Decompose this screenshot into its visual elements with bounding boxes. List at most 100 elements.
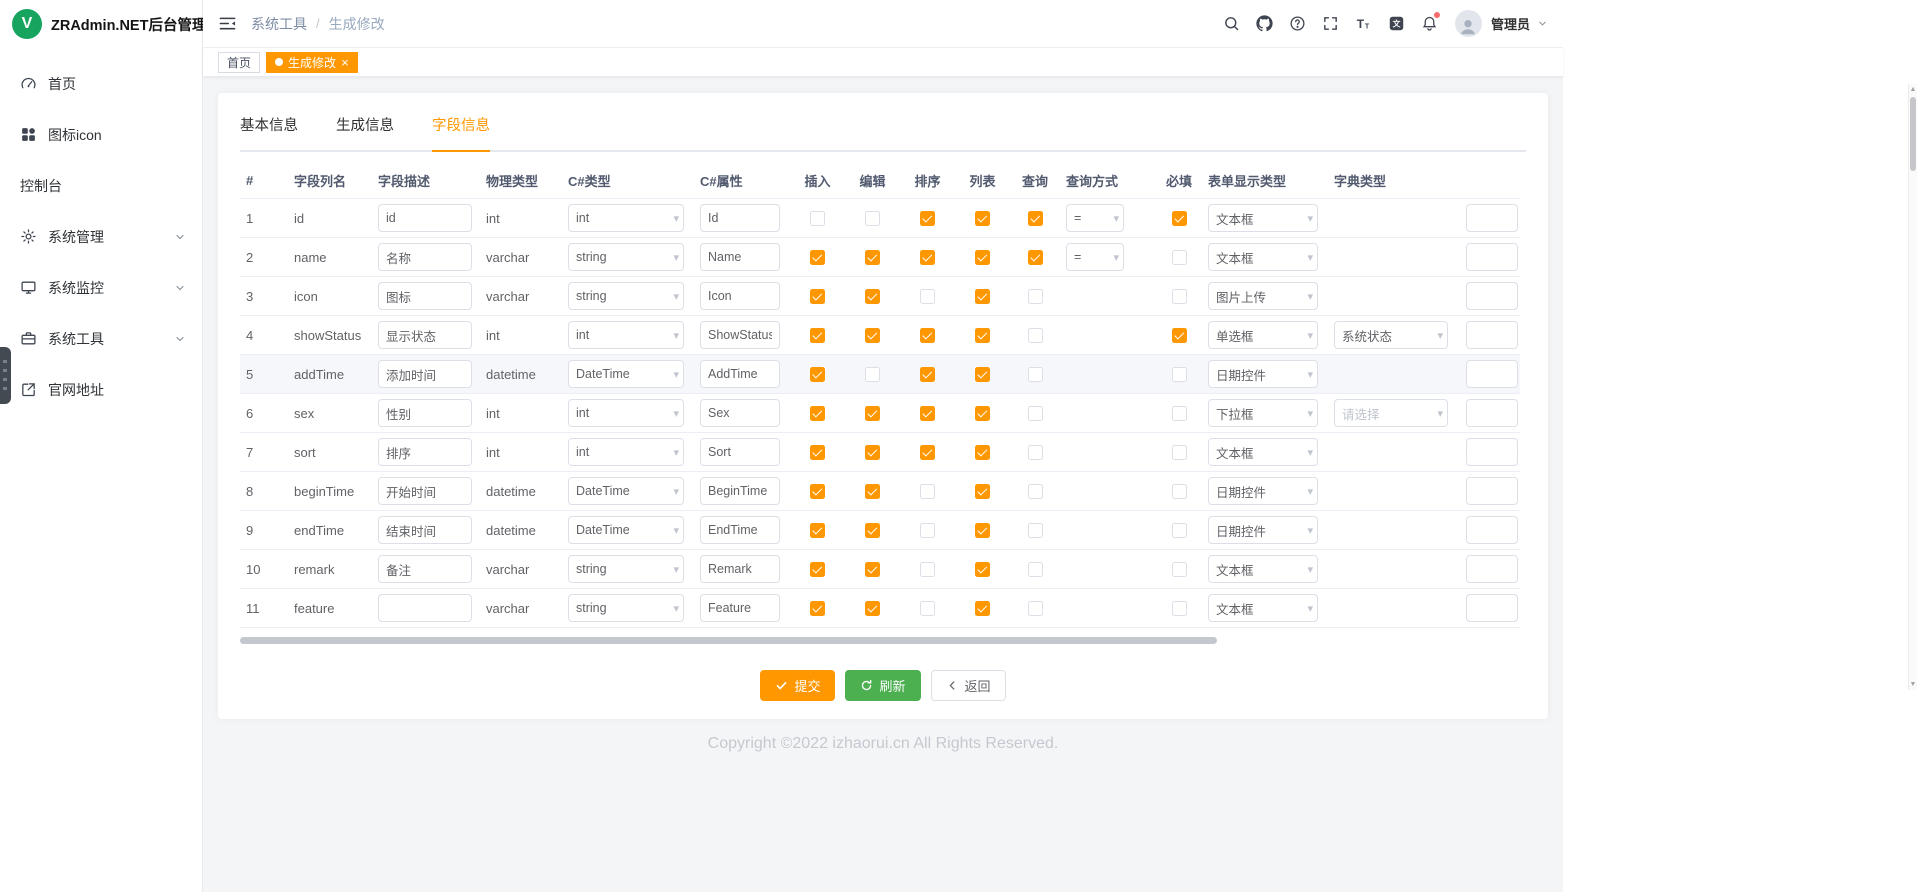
sidebar-item-7[interactable]: 官网地址 (0, 364, 202, 415)
overflow-input[interactable] (1466, 321, 1518, 349)
csharp-type-select[interactable]: int▾ (568, 204, 684, 232)
csharp-property-input[interactable] (700, 399, 780, 427)
csharp-property-input[interactable] (700, 555, 780, 583)
scroll-up-arrow[interactable]: ▲ (1909, 84, 1917, 95)
sidebar-item-1[interactable]: 首页 (0, 58, 202, 109)
breadcrumb-item[interactable]: 系统工具 (251, 14, 307, 34)
edit-checkbox[interactable] (865, 484, 880, 499)
list-checkbox[interactable] (975, 484, 990, 499)
description-input[interactable] (378, 555, 472, 583)
tab-1[interactable]: 基本信息 (240, 114, 298, 150)
display-type-select[interactable]: 日期控件▾ (1208, 360, 1318, 388)
required-checkbox[interactable] (1172, 601, 1187, 616)
insert-checkbox[interactable] (810, 367, 825, 382)
query-checkbox[interactable] (1028, 211, 1043, 226)
avatar[interactable] (1455, 10, 1482, 37)
description-input[interactable] (378, 321, 472, 349)
sidebar-item-4[interactable]: 系统管理 (0, 211, 202, 262)
description-input[interactable] (378, 360, 472, 388)
required-checkbox[interactable] (1172, 211, 1187, 226)
required-checkbox[interactable] (1172, 562, 1187, 577)
list-checkbox[interactable] (975, 562, 990, 577)
required-checkbox[interactable] (1172, 445, 1187, 460)
csharp-type-select[interactable]: DateTime▾ (568, 477, 684, 505)
edit-checkbox[interactable] (865, 562, 880, 577)
query-checkbox[interactable] (1028, 250, 1043, 265)
display-type-select[interactable]: 下拉框▾ (1208, 399, 1318, 427)
query-mode-select[interactable]: =▾ (1066, 204, 1124, 232)
required-checkbox[interactable] (1172, 250, 1187, 265)
edit-checkbox[interactable] (865, 328, 880, 343)
username[interactable]: 管理员 (1491, 14, 1530, 33)
horizontal-scrollbar-thumb[interactable] (240, 637, 1217, 644)
csharp-property-input[interactable] (700, 438, 780, 466)
overflow-input[interactable] (1466, 282, 1518, 310)
required-checkbox[interactable] (1172, 328, 1187, 343)
csharp-type-select[interactable]: int▾ (568, 321, 684, 349)
sort-checkbox[interactable] (920, 328, 935, 343)
side-panel-handle[interactable] (0, 347, 11, 404)
overflow-input[interactable] (1466, 555, 1518, 583)
list-checkbox[interactable] (975, 211, 990, 226)
description-input[interactable] (378, 282, 472, 310)
sidebar-toggle-icon[interactable] (218, 14, 237, 33)
back-button[interactable]: 返回 (931, 670, 1006, 701)
view-tag[interactable]: 生成修改× (266, 52, 358, 73)
list-checkbox[interactable] (975, 445, 990, 460)
help-icon[interactable] (1282, 8, 1313, 39)
chevron-down-icon[interactable] (1537, 18, 1548, 29)
query-checkbox[interactable] (1028, 523, 1043, 538)
sort-checkbox[interactable] (920, 445, 935, 460)
sort-checkbox[interactable] (920, 484, 935, 499)
description-input[interactable] (378, 516, 472, 544)
description-input[interactable] (378, 438, 472, 466)
vertical-scrollbar-thumb[interactable] (1910, 97, 1916, 171)
sort-checkbox[interactable] (920, 250, 935, 265)
list-checkbox[interactable] (975, 406, 990, 421)
csharp-property-input[interactable] (700, 594, 780, 622)
overflow-input[interactable] (1466, 243, 1518, 271)
query-checkbox[interactable] (1028, 328, 1043, 343)
query-mode-select[interactable]: =▾ (1066, 243, 1124, 271)
sort-checkbox[interactable] (920, 289, 935, 304)
csharp-type-select[interactable]: int▾ (568, 438, 684, 466)
display-type-select[interactable]: 日期控件▾ (1208, 477, 1318, 505)
sort-checkbox[interactable] (920, 367, 935, 382)
github-icon[interactable] (1249, 8, 1280, 39)
submit-button[interactable]: 提交 (760, 670, 835, 701)
overflow-input[interactable] (1466, 477, 1518, 505)
scroll-down-arrow[interactable]: ▼ (1909, 679, 1917, 690)
display-type-select[interactable]: 图片上传▾ (1208, 282, 1318, 310)
query-checkbox[interactable] (1028, 445, 1043, 460)
edit-checkbox[interactable] (865, 445, 880, 460)
sort-checkbox[interactable] (920, 523, 935, 538)
fullscreen-icon[interactable] (1315, 8, 1346, 39)
insert-checkbox[interactable] (810, 484, 825, 499)
display-type-select[interactable]: 文本框▾ (1208, 243, 1318, 271)
query-checkbox[interactable] (1028, 289, 1043, 304)
insert-checkbox[interactable] (810, 523, 825, 538)
insert-checkbox[interactable] (810, 328, 825, 343)
list-checkbox[interactable] (975, 250, 990, 265)
required-checkbox[interactable] (1172, 367, 1187, 382)
csharp-property-input[interactable] (700, 360, 780, 388)
display-type-select[interactable]: 单选框▾ (1208, 321, 1318, 349)
edit-checkbox[interactable] (865, 289, 880, 304)
edit-checkbox[interactable] (865, 406, 880, 421)
edit-checkbox[interactable] (865, 601, 880, 616)
display-type-select[interactable]: 文本框▾ (1208, 555, 1318, 583)
sort-checkbox[interactable] (920, 406, 935, 421)
overflow-input[interactable] (1466, 438, 1518, 466)
view-tag[interactable]: 首页 (218, 52, 260, 73)
sort-checkbox[interactable] (920, 211, 935, 226)
display-type-select[interactable]: 文本框▾ (1208, 438, 1318, 466)
tab-3[interactable]: 字段信息 (432, 114, 490, 150)
csharp-type-select[interactable]: DateTime▾ (568, 360, 684, 388)
list-checkbox[interactable] (975, 523, 990, 538)
required-checkbox[interactable] (1172, 484, 1187, 499)
dict-type-select[interactable]: 系统状态▾ (1334, 321, 1448, 349)
insert-checkbox[interactable] (810, 562, 825, 577)
insert-checkbox[interactable] (810, 250, 825, 265)
csharp-type-select[interactable]: string▾ (568, 555, 684, 583)
edit-checkbox[interactable] (865, 250, 880, 265)
